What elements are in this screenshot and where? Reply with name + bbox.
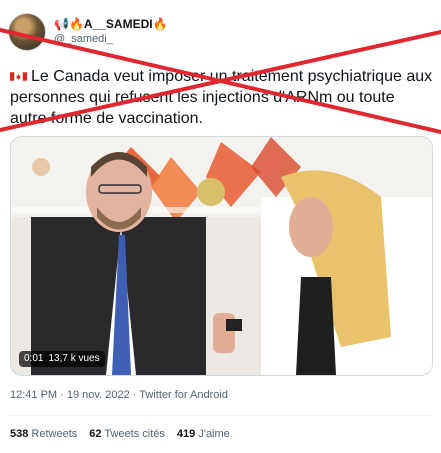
display-name[interactable]: 📢🔥A__SAMEDI🔥: [54, 17, 168, 32]
video-frame: [11, 137, 432, 375]
quotes-count: 62: [89, 428, 102, 440]
retweets-label: Retweets: [31, 428, 78, 440]
user-names: 📢🔥A__SAMEDI🔥 @_samedi_: [54, 17, 168, 47]
tweet-date[interactable]: 19 nov. 2022: [67, 389, 130, 401]
tweet-source[interactable]: Twitter for Android: [139, 389, 228, 401]
user-handle[interactable]: @_samedi_: [54, 32, 168, 47]
likes-stat[interactable]: 419 J'aime: [177, 428, 230, 440]
canada-flag-icon: [10, 72, 27, 82]
retweets-stat[interactable]: 538 Retweets: [10, 428, 77, 440]
meta-separator: ·: [132, 389, 137, 401]
video-badge: 0:01 13,7 k vues: [19, 351, 105, 367]
quotes-stat[interactable]: 62 Tweets cités: [89, 428, 165, 440]
video-player[interactable]: 0:01 13,7 k vues: [10, 136, 433, 376]
video-views: 13,7 k vues: [48, 353, 100, 364]
meta-separator: ·: [60, 389, 64, 401]
likes-count: 419: [176, 428, 196, 440]
tweet-text-body: Le Canada veut imposer un traitement psy…: [10, 68, 433, 127]
divider: [10, 415, 431, 416]
tweet-meta: 12:41 PM · 19 nov. 2022 · Twitter for An…: [10, 389, 228, 401]
tweet-text: Le Canada veut imposer un traitement psy…: [10, 66, 435, 129]
likes-label: J'aime: [198, 428, 230, 440]
quotes-label: Tweets cités: [104, 428, 165, 440]
avatar[interactable]: [8, 13, 46, 51]
retweets-count: 538: [10, 428, 29, 440]
tweet-header: 📢🔥A__SAMEDI🔥 @_samedi_: [8, 10, 168, 54]
tweet-time[interactable]: 12:41 PM: [10, 389, 57, 401]
tweet-stats: 538 Retweets 62 Tweets cités 419 J'aime: [10, 428, 230, 440]
video-duration: 0:01: [24, 353, 44, 364]
